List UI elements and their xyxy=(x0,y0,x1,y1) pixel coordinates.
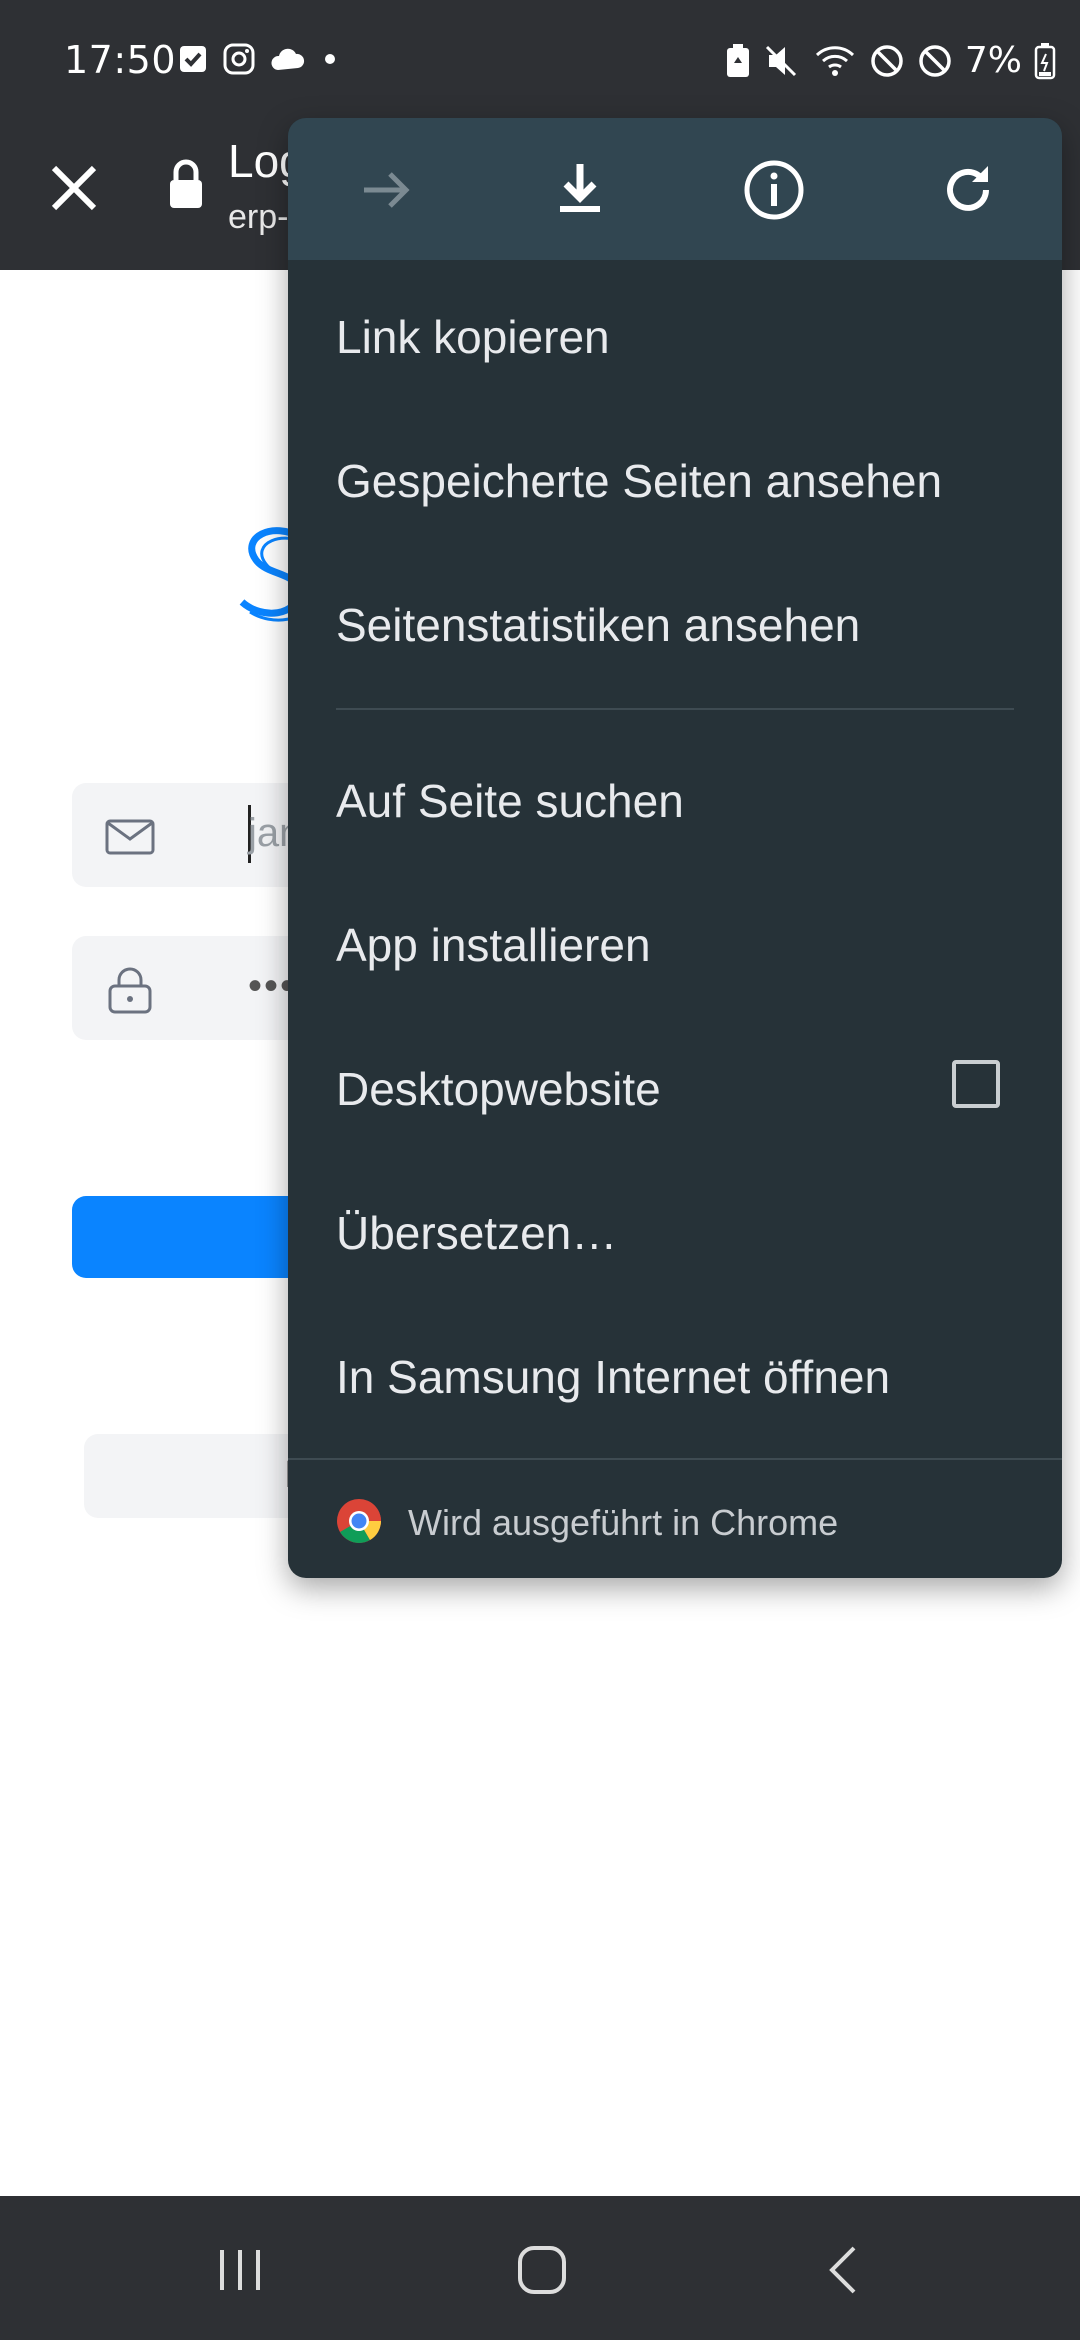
system-icons: 7% xyxy=(725,40,1056,81)
padlock-icon xyxy=(108,967,152,1014)
cloud-icon xyxy=(271,48,305,70)
recent-apps-icon[interactable] xyxy=(210,2240,270,2300)
status-bar: 17:50 7% xyxy=(0,0,1080,120)
back-icon[interactable] xyxy=(816,2240,876,2300)
home-icon[interactable] xyxy=(512,2240,572,2300)
menu-footer-divider xyxy=(288,1458,1062,1460)
download-icon[interactable] xyxy=(544,154,616,226)
menu-icon-row xyxy=(288,118,1062,260)
navigation-bar xyxy=(0,2196,1080,2340)
battery-icon xyxy=(1034,42,1056,79)
lock-icon[interactable] xyxy=(166,156,206,216)
menu-item-desktop-site[interactable]: Desktopwebsite xyxy=(336,1062,661,1116)
blocked-icon xyxy=(919,44,951,77)
forward-icon[interactable] xyxy=(350,154,422,226)
battery-saver-icon xyxy=(726,43,749,77)
reload-icon[interactable] xyxy=(932,154,1004,226)
overflow-menu: Link kopieren Gespeicherte Seiten ansehe… xyxy=(288,118,1062,1578)
menu-divider xyxy=(336,708,1014,710)
instagram-icon xyxy=(223,43,255,75)
status-time: 17:50 xyxy=(64,38,177,82)
menu-item-install-app[interactable]: App installieren xyxy=(336,918,651,972)
envelope-icon xyxy=(105,819,155,855)
menu-item-open-in-samsung-internet[interactable]: In Samsung Internet öffnen xyxy=(336,1350,890,1404)
page-url[interactable]: erp- xyxy=(228,198,288,237)
menu-item-find-in-page[interactable]: Auf Seite suchen xyxy=(336,774,684,828)
desktop-site-checkbox[interactable] xyxy=(952,1060,1000,1108)
menu-item-copy-link[interactable]: Link kopieren xyxy=(336,310,610,364)
battery-percent: 7% xyxy=(964,40,1022,81)
close-icon[interactable] xyxy=(44,158,104,218)
checkbox-notification-icon xyxy=(180,46,206,72)
do-not-disturb-icon xyxy=(871,44,903,77)
wifi-icon xyxy=(815,45,854,76)
menu-item-page-stats[interactable]: Seitenstatistiken ansehen xyxy=(336,598,860,652)
menu-item-translate[interactable]: Übersetzen… xyxy=(336,1206,617,1260)
notification-icons xyxy=(178,42,340,76)
info-icon[interactable] xyxy=(738,154,810,226)
chrome-icon xyxy=(337,1499,381,1543)
menu-footer-text: Wird ausgeführt in Chrome xyxy=(408,1502,839,1543)
menu-item-saved-pages[interactable]: Gespeicherte Seiten ansehen xyxy=(336,454,942,508)
dot-icon xyxy=(325,54,335,64)
mute-icon xyxy=(765,45,796,76)
